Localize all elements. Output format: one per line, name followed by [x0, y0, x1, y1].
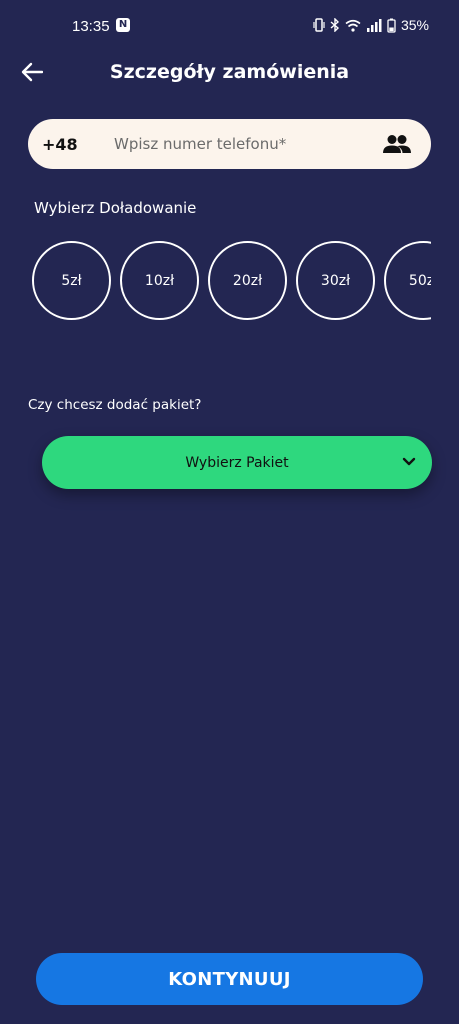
amount-option-50[interactable]: 50zł — [384, 241, 431, 320]
battery-icon — [387, 18, 396, 33]
contacts-button[interactable] — [381, 132, 413, 156]
topup-label: Wybierz Doładowanie — [34, 199, 197, 217]
contacts-icon — [383, 135, 411, 153]
status-icons: 35% — [313, 17, 429, 33]
package-select-button[interactable]: Wybierz Pakiet — [42, 436, 432, 489]
chevron-down-icon — [400, 453, 418, 471]
phone-prefix: +48 — [42, 134, 78, 154]
arrow-left-icon — [21, 62, 43, 82]
amount-option-20[interactable]: 20zł — [208, 241, 287, 320]
wifi-icon — [345, 19, 361, 32]
package-select-label: Wybierz Pakiet — [185, 454, 289, 471]
package-question: Czy chcesz dodać pakiet? — [28, 397, 202, 413]
amount-option-30[interactable]: 30zł — [296, 241, 375, 320]
vibrate-icon — [313, 18, 325, 32]
battery-level: 35% — [400, 17, 429, 33]
phone-input[interactable] — [114, 135, 381, 153]
amount-option-10[interactable]: 10zł — [120, 241, 199, 320]
amount-option-5[interactable]: 5zł — [32, 241, 111, 320]
phone-field[interactable]: +48 — [28, 119, 431, 169]
continue-button[interactable]: KONTYNUUJ — [36, 953, 423, 1005]
page-title: Szczegóły zamówienia — [109, 61, 350, 83]
back-button[interactable] — [18, 58, 46, 86]
bluetooth-icon — [330, 18, 339, 32]
topup-amount-list: 5zł 10zł 20zł 30zł 50zł — [32, 241, 431, 321]
status-bar: 13:35 N 35% — [0, 0, 459, 52]
notification-icon: N — [116, 18, 130, 32]
signal-icon — [366, 18, 382, 32]
status-time: 13:35 — [72, 18, 110, 35]
